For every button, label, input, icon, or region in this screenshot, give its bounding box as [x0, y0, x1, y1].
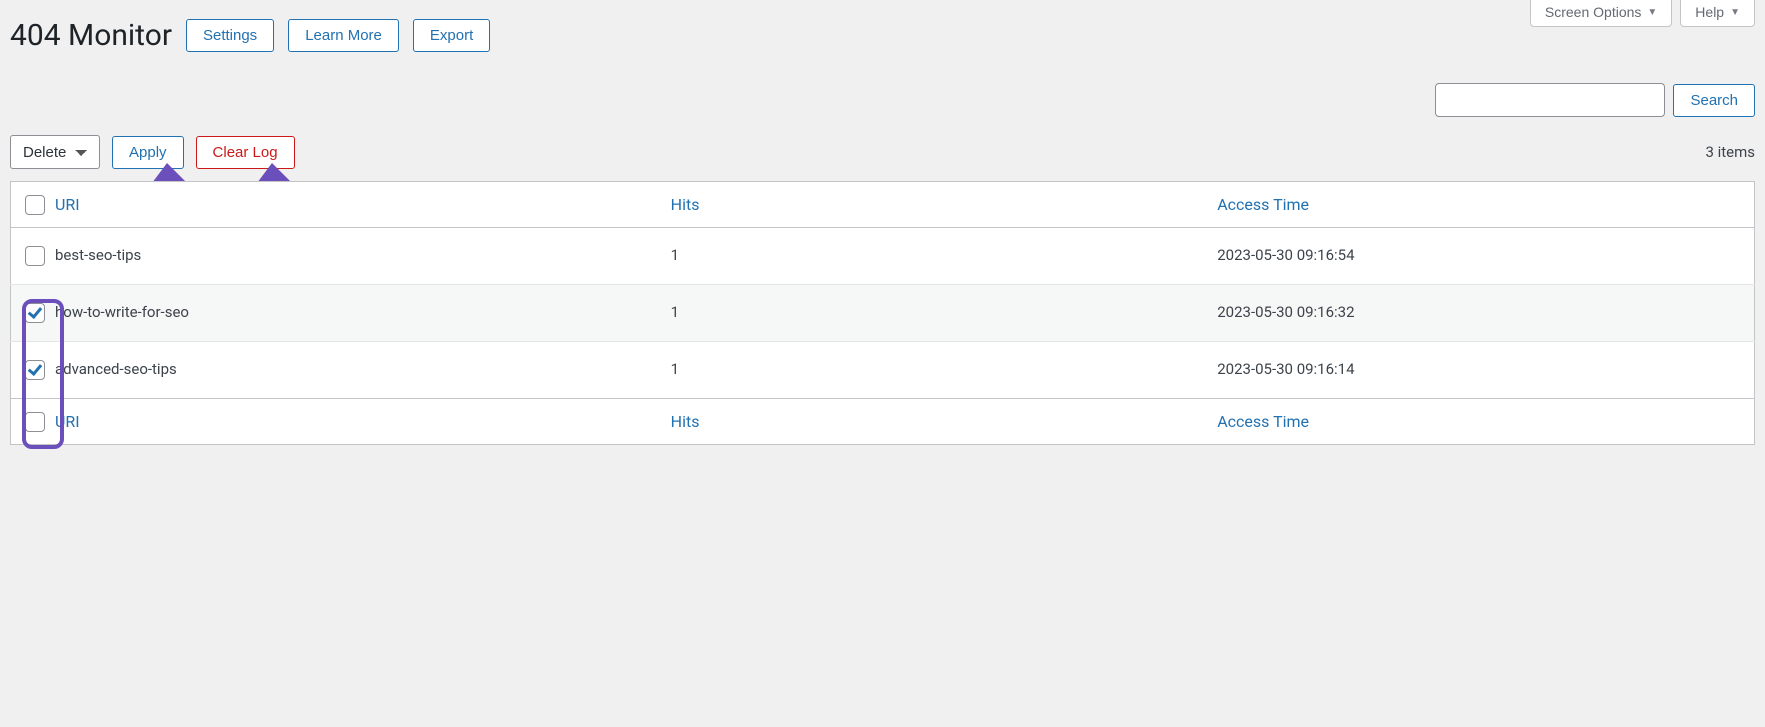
help-button[interactable]: Help ▼: [1680, 0, 1755, 27]
screen-options-button[interactable]: Screen Options ▼: [1530, 0, 1672, 27]
table-row: best-seo-tips 1 2023-05-30 09:16:54: [11, 227, 1755, 284]
settings-button[interactable]: Settings: [186, 19, 274, 52]
cell-uri: advanced-seo-tips: [45, 341, 661, 398]
column-header-access-time[interactable]: Access Time: [1217, 195, 1309, 214]
apply-button[interactable]: Apply: [112, 136, 184, 169]
select-all-checkbox[interactable]: [25, 195, 45, 215]
cell-uri: best-seo-tips: [45, 227, 661, 284]
cell-uri: how-to-write-for-seo: [45, 284, 661, 341]
search-input[interactable]: [1435, 83, 1665, 117]
chevron-down-icon: ▼: [1730, 7, 1740, 18]
cell-hits: 1: [661, 284, 1208, 341]
learn-more-button[interactable]: Learn More: [288, 19, 399, 52]
search-button[interactable]: Search: [1673, 84, 1755, 117]
column-header-uri[interactable]: URI: [55, 195, 80, 214]
chevron-down-icon: ▼: [1647, 7, 1657, 18]
cell-hits: 1: [661, 341, 1208, 398]
clear-log-button[interactable]: Clear Log: [196, 136, 295, 169]
screen-options-label: Screen Options: [1545, 4, 1642, 20]
table-row: advanced-seo-tips 1 2023-05-30 09:16:14: [11, 341, 1755, 398]
column-footer-access-time[interactable]: Access Time: [1217, 412, 1309, 431]
column-footer-uri[interactable]: URI: [55, 412, 80, 431]
row-checkbox[interactable]: [25, 303, 45, 323]
column-footer-hits[interactable]: Hits: [671, 412, 700, 431]
export-button[interactable]: Export: [413, 19, 490, 52]
row-checkbox[interactable]: [25, 360, 45, 380]
select-all-checkbox-footer[interactable]: [25, 412, 45, 432]
page-title: 404 Monitor: [10, 18, 172, 53]
cell-access-time: 2023-05-30 09:16:14: [1207, 341, 1754, 398]
cell-access-time: 2023-05-30 09:16:54: [1207, 227, 1754, 284]
column-header-hits[interactable]: Hits: [671, 195, 700, 214]
bulk-action-select[interactable]: Delete: [10, 135, 100, 169]
cell-hits: 1: [661, 227, 1208, 284]
items-count: 3 items: [1705, 143, 1755, 161]
cell-access-time: 2023-05-30 09:16:32: [1207, 284, 1754, 341]
table-row: how-to-write-for-seo 1 2023-05-30 09:16:…: [11, 284, 1755, 341]
help-label: Help: [1695, 4, 1724, 20]
log-table: URI Hits Access Time best-seo-tips 1 202…: [10, 181, 1755, 445]
row-checkbox[interactable]: [25, 246, 45, 266]
